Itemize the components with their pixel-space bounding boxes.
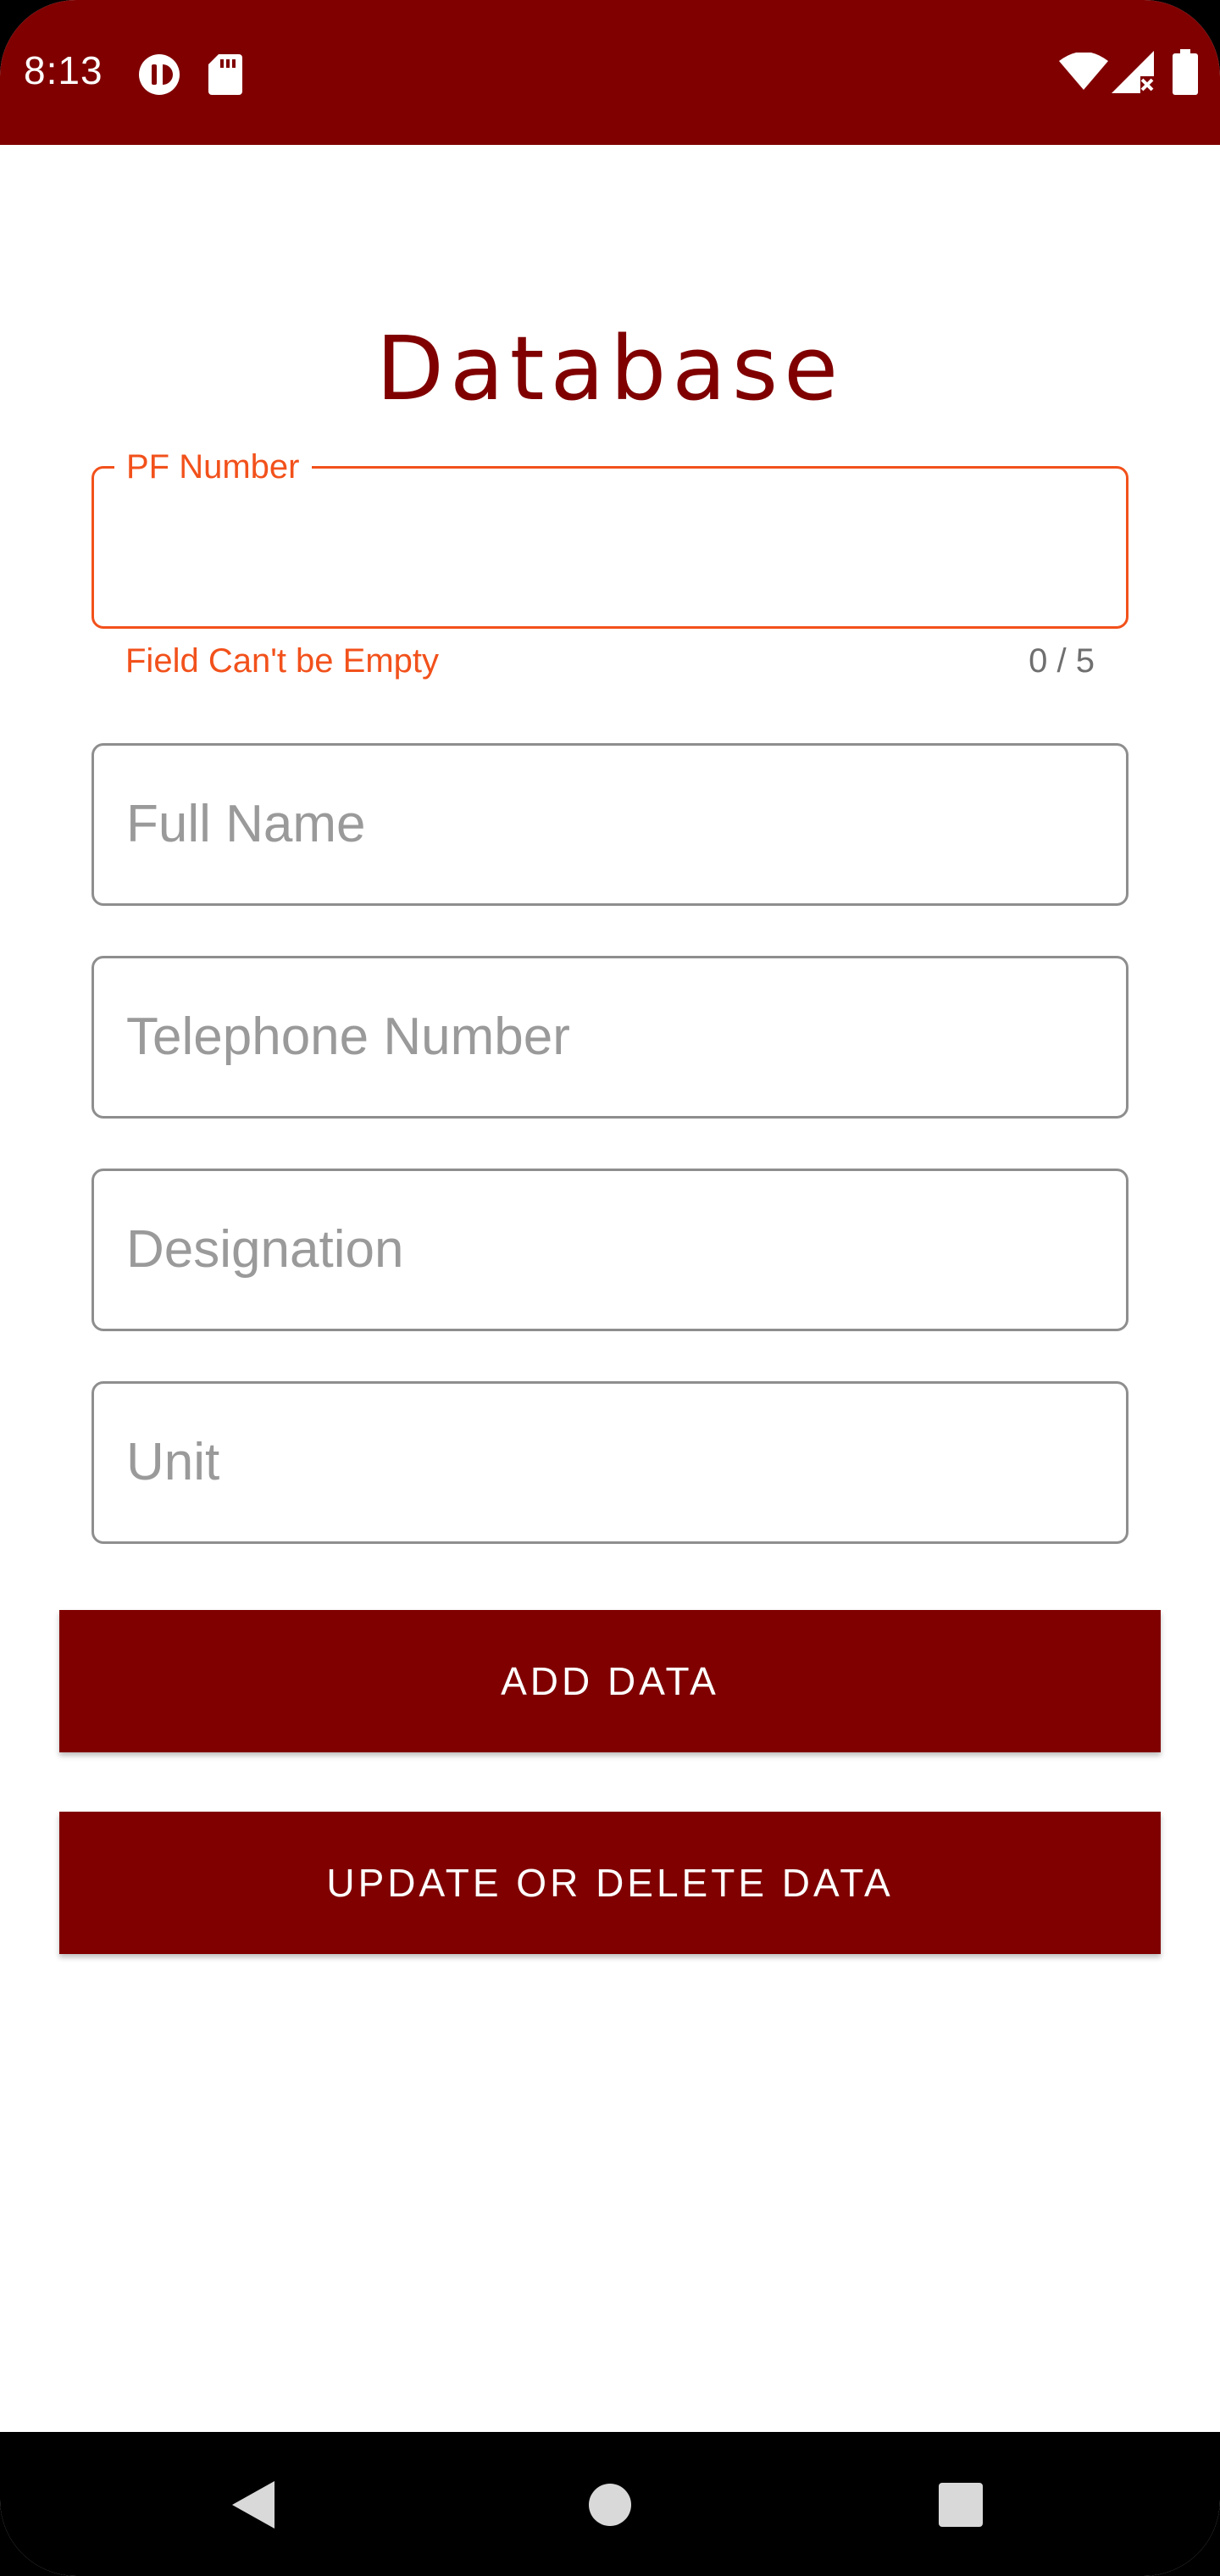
pf-number-counter: 0 / 5 — [1029, 642, 1095, 680]
status-bar: 8:13 — [0, 0, 1220, 145]
telephone-number-field[interactable]: Telephone Number — [92, 956, 1128, 1119]
pf-number-label: PF Number — [114, 450, 312, 484]
full-name-placeholder: Full Name — [126, 795, 366, 853]
battery-icon — [1173, 49, 1198, 95]
telephone-number-placeholder: Telephone Number — [126, 1008, 570, 1066]
update-delete-data-button[interactable]: UPDATE OR DELETE DATA — [59, 1812, 1161, 1954]
back-icon[interactable] — [232, 2481, 276, 2529]
unit-field[interactable]: Unit — [92, 1381, 1128, 1544]
designation-field[interactable]: Designation — [92, 1169, 1128, 1331]
cellular-signal-icon — [1112, 51, 1154, 93]
wifi-icon — [1059, 53, 1108, 90]
app-screen: 8:13 Database PF Number Field Can't be E… — [0, 0, 1220, 2576]
designation-placeholder: Designation — [126, 1220, 404, 1279]
recents-icon[interactable] — [939, 2483, 983, 2527]
full-name-field[interactable]: Full Name — [92, 743, 1128, 906]
pf-number-error-text: Field Can't be Empty — [125, 642, 440, 680]
sd-card-icon — [208, 54, 242, 95]
pause-circle-icon — [139, 54, 180, 95]
page-title: Database — [375, 317, 845, 420]
navigation-bar — [0, 2432, 1220, 2576]
add-data-button[interactable]: ADD DATA — [59, 1610, 1161, 1752]
pf-number-field[interactable]: PF Number — [92, 450, 1128, 629]
unit-placeholder: Unit — [126, 1433, 220, 1491]
status-time: 8:13 — [24, 48, 103, 92]
home-icon[interactable] — [588, 2483, 632, 2527]
